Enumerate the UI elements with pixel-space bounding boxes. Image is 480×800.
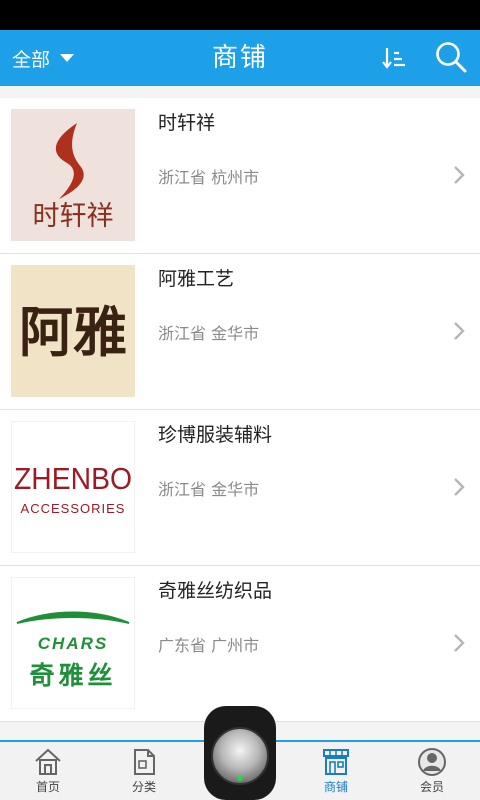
shop-name: 阿雅工艺 [158, 268, 235, 290]
chevron-right-icon [454, 322, 465, 340]
status-bar [0, 0, 480, 30]
tab-home-label: 首页 [35, 780, 60, 794]
tab-home[interactable]: 首页 [0, 742, 96, 800]
shop-logo: 时轩祥 [11, 109, 135, 241]
shop-location: 浙江省 金华市 [158, 324, 260, 343]
shop-name: 奇雅丝纺织品 [158, 580, 273, 602]
shop-list-item[interactable]: ZHENBO ACCESSORIES 珍博服装辅料 浙江省 金华市 [0, 410, 480, 566]
tab-shop[interactable]: 商铺 [288, 742, 384, 800]
center-action-button[interactable] [204, 706, 276, 800]
shop-list-item[interactable]: 时轩祥 时轩祥 浙江省 杭州市 [0, 98, 480, 254]
logo-text: 时轩祥 [33, 201, 114, 232]
logo-subtext: ACCESSORIES [21, 501, 126, 516]
shop-location: 浙江省 杭州市 [158, 168, 260, 187]
shop-logo: ZHENBO ACCESSORIES [11, 421, 135, 553]
tab-member-label: 会员 [419, 780, 444, 794]
search-icon[interactable] [434, 40, 468, 74]
tab-shop-label: 商铺 [323, 780, 348, 794]
chevron-right-icon [454, 166, 465, 184]
tab-category[interactable]: 分类 [96, 742, 192, 800]
caret-down-icon [60, 54, 75, 62]
shop-icon [323, 749, 349, 775]
shop-list: 时轩祥 时轩祥 浙江省 杭州市 阿雅 阿雅工艺 浙江省 金华市 ZHENBO A… [0, 98, 480, 722]
filter-dropdown[interactable]: 全部 [12, 30, 75, 86]
logo-text: ZHENBO [14, 461, 132, 496]
home-icon [35, 748, 61, 775]
shop-location: 浙江省 金华市 [158, 480, 260, 499]
shop-logo: 阿雅 [11, 265, 135, 397]
shop-list-item[interactable]: 阿雅 阿雅工艺 浙江省 金华市 [0, 254, 480, 410]
chevron-right-icon [454, 478, 465, 496]
logo-text: 奇雅丝 [29, 661, 116, 690]
sort-icon[interactable] [380, 44, 408, 72]
logo-text: 阿雅 [19, 300, 127, 364]
chevron-right-icon [454, 634, 465, 652]
shop-location: 广东省 广州市 [158, 636, 260, 655]
app-header: 全部 商铺 [0, 30, 480, 86]
tab-member[interactable]: 会员 [384, 742, 480, 800]
tab-category-label: 分类 [131, 780, 156, 794]
member-icon [418, 748, 446, 776]
shop-name: 时轩祥 [158, 112, 216, 134]
shop-name: 珍博服装辅料 [158, 424, 273, 446]
logo-subtext: CHARS [38, 634, 108, 653]
shop-logo: CHARS 奇雅丝 [11, 577, 135, 709]
category-icon [134, 749, 155, 775]
shop-list-item[interactable]: CHARS 奇雅丝 奇雅丝纺织品 广东省 广州市 [0, 566, 480, 722]
filter-label: 全部 [12, 48, 51, 71]
